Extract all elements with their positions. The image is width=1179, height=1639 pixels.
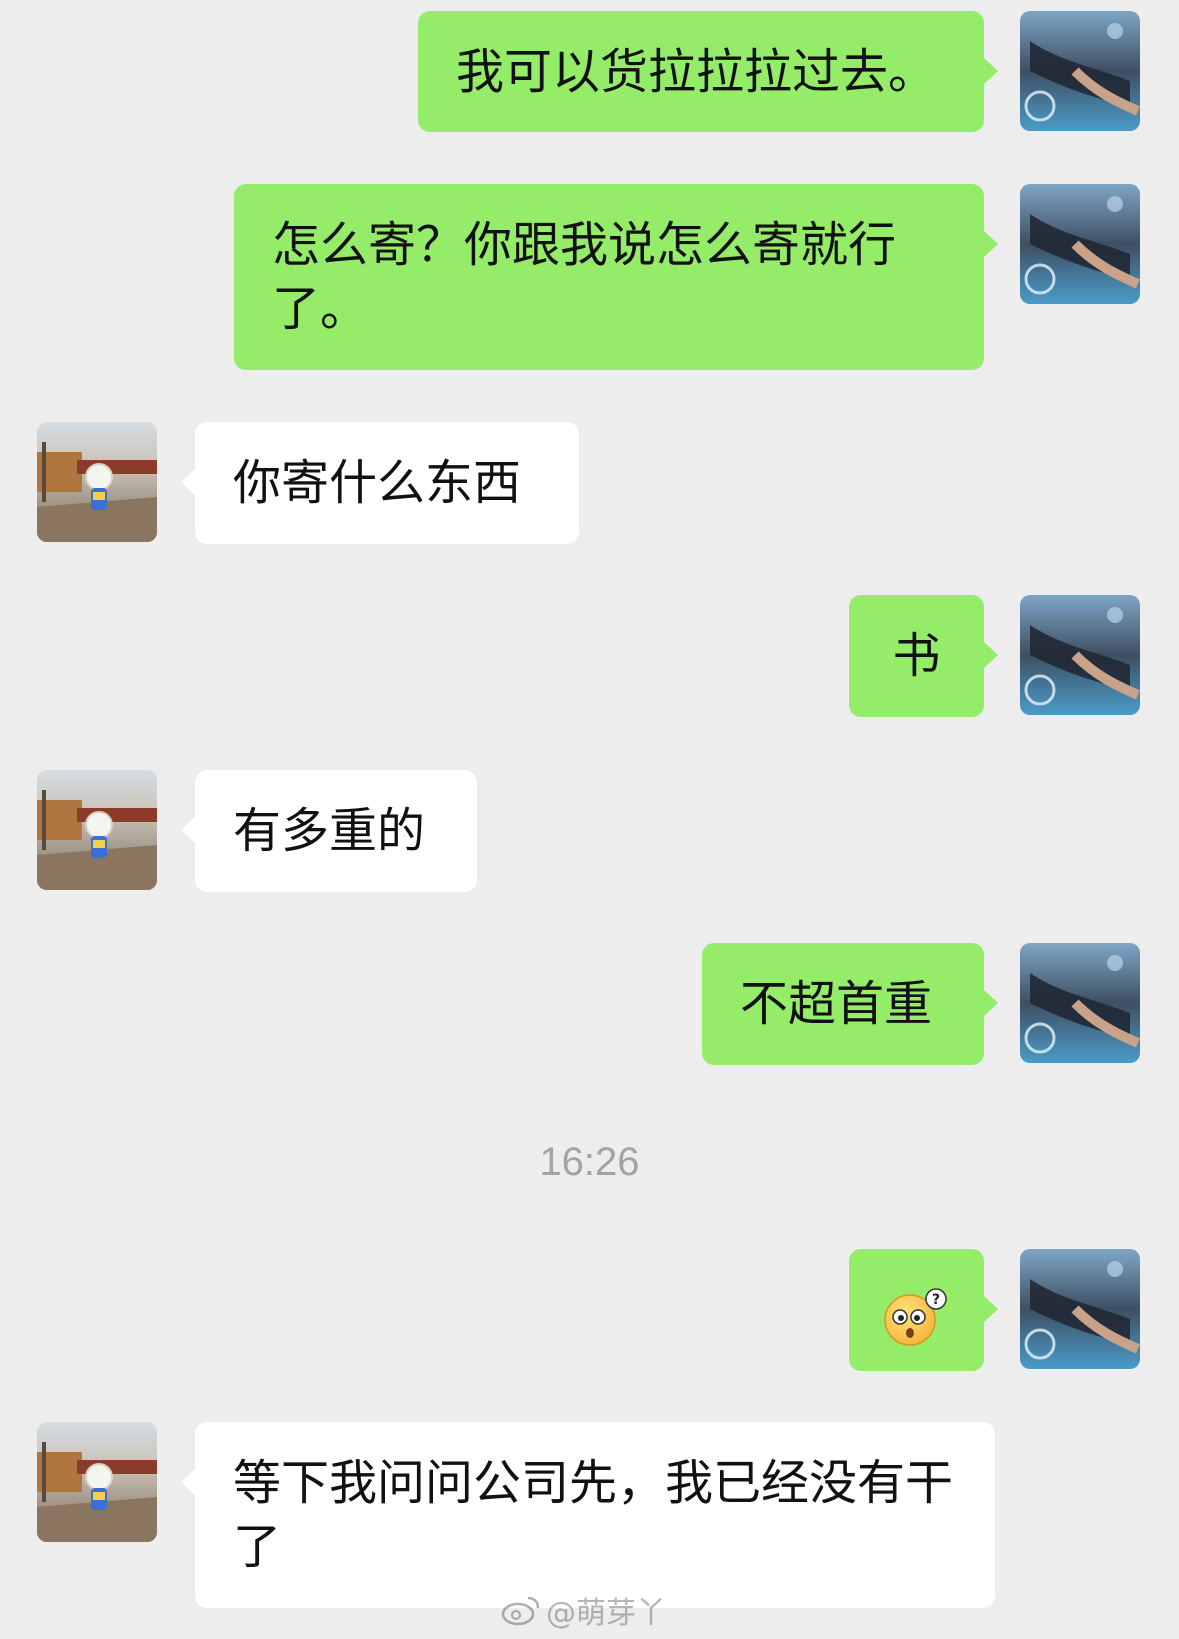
self-avatar-image: [1020, 943, 1140, 1063]
message-text: 怎么寄？你跟我说怎么寄就行了。: [272, 217, 897, 337]
message-text: 书: [892, 628, 941, 684]
weibo-watermark: @萌芽丫: [500, 1588, 666, 1632]
message-bubble-self[interactable]: 怎么寄？你跟我说怎么寄就行了。: [234, 184, 998, 370]
chat-timestamp: 16:26: [539, 1140, 640, 1184]
message-bubble-self[interactable]: 书: [849, 595, 998, 717]
self-avatar[interactable]: [1020, 11, 1140, 131]
self-avatar[interactable]: [1020, 595, 1140, 715]
self-avatar-image: [1020, 184, 1140, 304]
self-avatar[interactable]: [1020, 1249, 1140, 1369]
message-text: 不超首重: [740, 976, 933, 1032]
contact-avatar-image: [37, 1422, 157, 1542]
contact-avatar[interactable]: [37, 1422, 157, 1542]
watermark-text: @萌芽丫: [546, 1596, 666, 1631]
svg-text:?: ?: [932, 1292, 940, 1308]
message-bubble-self[interactable]: 不超首重: [702, 943, 998, 1065]
self-avatar[interactable]: [1020, 184, 1140, 304]
message-text: 我可以货拉拉拉过去。: [456, 44, 937, 100]
contact-avatar-image: [37, 770, 157, 890]
message-text: 有多重的: [233, 803, 426, 859]
contact-avatar[interactable]: [37, 770, 157, 890]
self-avatar[interactable]: [1020, 943, 1140, 1063]
message-bubble-other[interactable]: 等下我问问公司先，我已经没有干了: [181, 1422, 995, 1608]
message-text: 等下我问问公司先，我已经没有干了: [233, 1455, 954, 1575]
message-bubble-self[interactable]: 我可以货拉拉拉过去。: [418, 11, 998, 132]
self-avatar-image: [1020, 595, 1140, 715]
contact-avatar[interactable]: [37, 422, 157, 542]
self-avatar-image: [1020, 1249, 1140, 1369]
contact-avatar-image: [37, 422, 157, 542]
message-bubble-other[interactable]: 你寄什么东西: [181, 422, 579, 544]
confused-face-emoji: ?: [884, 1288, 947, 1346]
message-bubble-other[interactable]: 有多重的: [181, 770, 477, 892]
message-text: 你寄什么东西: [233, 455, 522, 511]
self-avatar-image: [1020, 11, 1140, 131]
weibo-logo-icon: [501, 1596, 540, 1626]
